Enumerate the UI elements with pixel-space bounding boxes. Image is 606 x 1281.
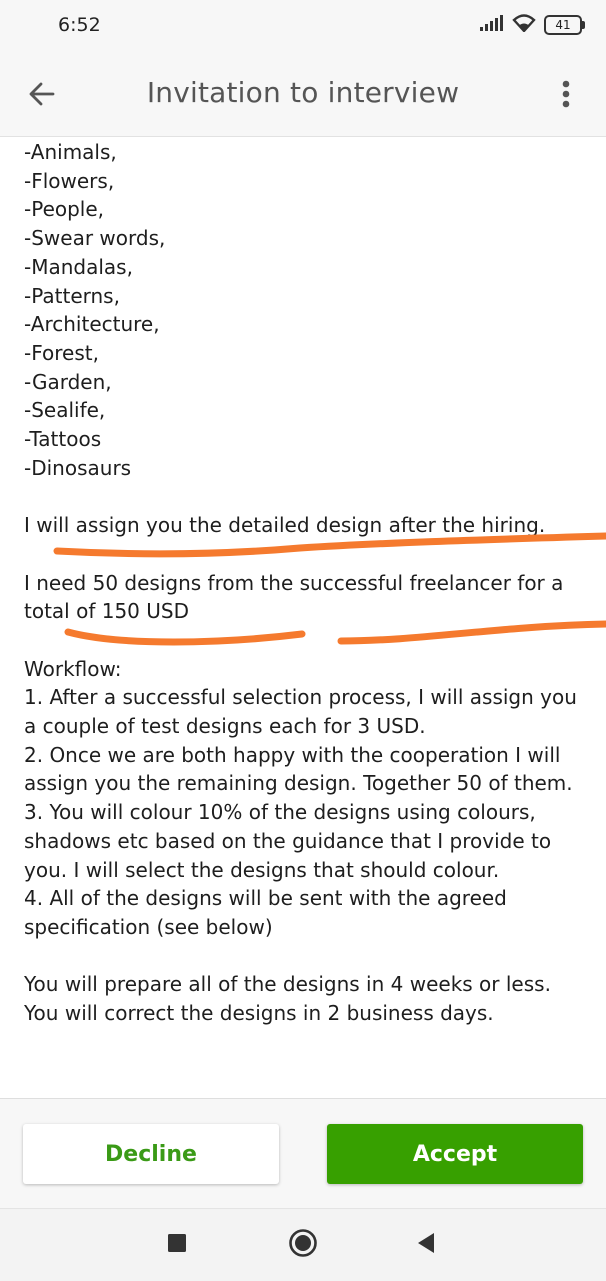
- home-circle-icon: [288, 1228, 318, 1262]
- action-bar: Decline Accept: [0, 1098, 606, 1209]
- list-item: -Tattoos: [24, 427, 102, 452]
- list-item: -Forest,: [24, 340, 99, 365]
- list-item: -Garden,: [24, 369, 112, 394]
- recents-button[interactable]: [161, 1229, 193, 1261]
- more-options-button[interactable]: [544, 74, 588, 118]
- nav-back-button[interactable]: [410, 1229, 442, 1261]
- more-vertical-icon: [562, 80, 570, 112]
- list-item: -Patterns,: [24, 283, 120, 308]
- list-item: -People,: [24, 197, 105, 222]
- list-item: -Animals,: [24, 140, 117, 164]
- list-item: -Mandalas,: [24, 254, 133, 279]
- workflow-step: 3. You will colour 10% of the designs us…: [24, 800, 552, 882]
- list-item: -Dinosaurs: [24, 455, 132, 480]
- deadline-line: You will correct the designs in 2 busine…: [24, 1001, 494, 1026]
- list-item: -Swear words,: [24, 226, 166, 251]
- wifi-icon: [512, 14, 536, 36]
- workflow-step: 4. All of the designs will be sent with …: [24, 886, 507, 939]
- decline-button[interactable]: Decline: [23, 1124, 279, 1184]
- battery-icon: 41: [544, 15, 585, 35]
- battery-level: 41: [555, 18, 571, 32]
- status-bar: 6:52 41: [0, 0, 606, 56]
- list-item: -Flowers,: [24, 168, 115, 193]
- system-nav-bar: [0, 1208, 606, 1281]
- message-body: -Animals, -Flowers, -People, -Swear word…: [24, 138, 590, 1028]
- signal-icon: [480, 15, 504, 35]
- budget-paragraph: I need 50 designs from the successful fr…: [24, 570, 564, 624]
- category-list: -Animals, -Flowers, -People, -Swear word…: [24, 138, 590, 482]
- deadline-line: You will prepare all of the designs in 4…: [24, 972, 551, 997]
- recents-square-icon: [167, 1233, 187, 1257]
- list-item: -Sealife,: [24, 398, 106, 423]
- back-triangle-icon: [415, 1232, 437, 1258]
- status-icons: 41: [480, 14, 585, 36]
- list-item: -Architecture,: [24, 312, 160, 337]
- status-time: 6:52: [58, 14, 101, 36]
- assign-paragraph: I will assign you the detailed design af…: [24, 513, 546, 538]
- workflow-step: 1. After a successful selection process,…: [24, 685, 577, 739]
- app-bar: Invitation to interview: [0, 56, 606, 137]
- workflow-step: 2. Once we are both happy with the coope…: [24, 742, 573, 796]
- accept-button[interactable]: Accept: [327, 1124, 583, 1184]
- page-title: Invitation to interview: [146, 76, 460, 109]
- home-button[interactable]: [287, 1229, 319, 1261]
- workflow-title: Workflow:: [24, 656, 122, 681]
